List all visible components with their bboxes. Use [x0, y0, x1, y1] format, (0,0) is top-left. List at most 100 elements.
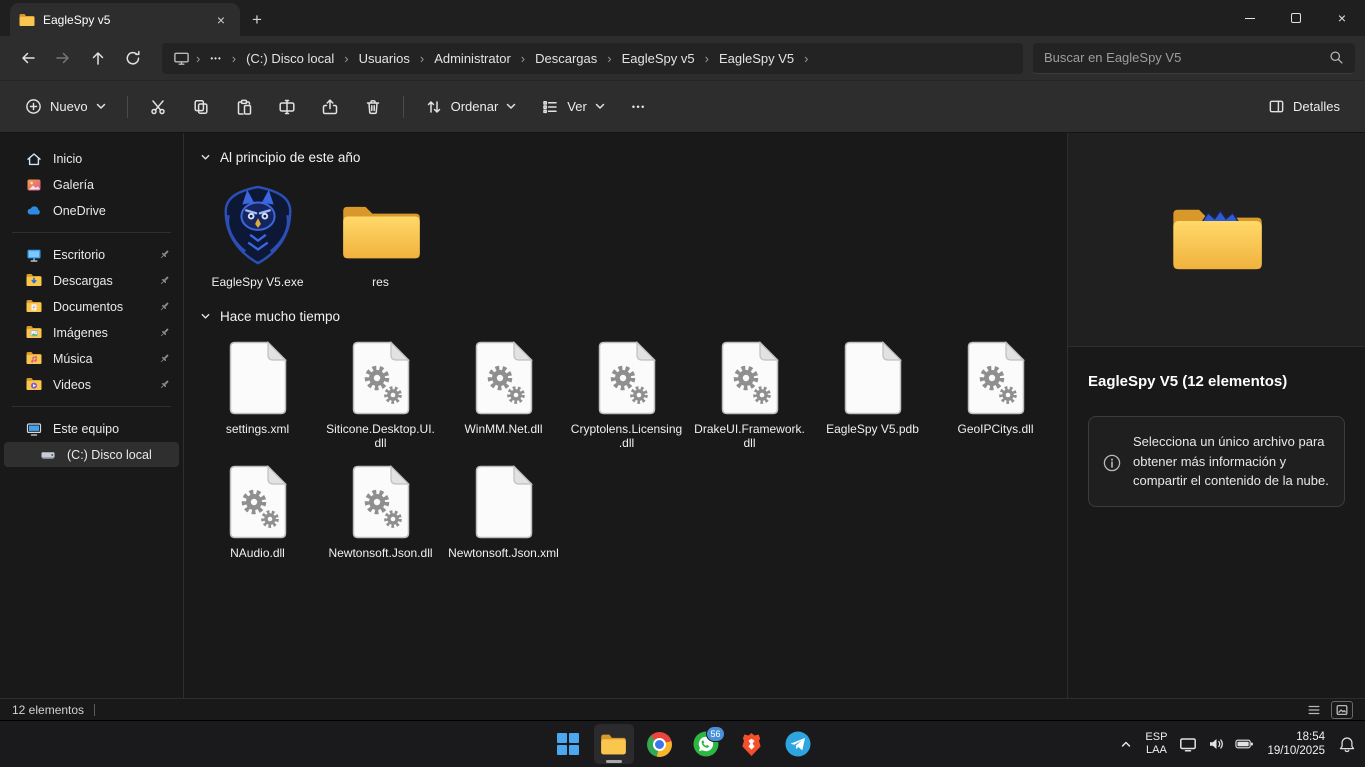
close-button[interactable]: × — [1319, 0, 1365, 36]
details-pane-button[interactable]: Detalles — [1257, 90, 1351, 124]
info-icon — [1103, 454, 1121, 472]
telegram-taskbar-button[interactable] — [778, 724, 818, 764]
sidebar: Inicio Galería OneDrive Escritorio — [0, 133, 184, 698]
search-input[interactable] — [1044, 50, 1321, 65]
volume-indicator[interactable] — [1202, 725, 1230, 763]
dll-file-icon — [598, 341, 656, 415]
group-header[interactable]: Hace mucho tiempo — [196, 305, 1067, 332]
sidebar-item-descargas[interactable]: Descargas — [4, 268, 179, 293]
large-icons-view-button[interactable] — [1331, 701, 1353, 719]
maximize-icon — [1291, 13, 1301, 23]
file-item[interactable]: Cryptolens.Licensing.dll — [565, 332, 688, 456]
file-item[interactable]: GeoIPCitys.dll — [934, 332, 1057, 456]
refresh-button[interactable] — [115, 43, 150, 74]
breadcrumb-ellipsis[interactable]: ••• — [201, 43, 230, 74]
file-item[interactable]: settings.xml — [196, 332, 319, 456]
file-name: settings.xml — [226, 422, 289, 437]
sort-button[interactable]: Ordenar — [414, 90, 528, 124]
forward-button[interactable] — [45, 43, 80, 74]
new-button[interactable]: Nuevo — [14, 90, 117, 124]
details-view-button[interactable] — [1303, 701, 1325, 719]
file-item[interactable]: EagleSpy V5.exe — [196, 173, 319, 295]
chrome-taskbar-button[interactable] — [640, 724, 680, 764]
breadcrumb-item[interactable]: EagleSpy v5 — [613, 43, 704, 74]
start-button[interactable] — [548, 724, 588, 764]
sidebar-item-onedrive[interactable]: OneDrive — [4, 198, 179, 223]
tray-expand-button[interactable] — [1114, 725, 1138, 763]
more-options-button[interactable]: ••• — [619, 90, 659, 124]
file-item[interactable]: WinMM.Net.dll — [442, 332, 565, 456]
sidebar-item-label: Videos — [53, 378, 91, 392]
sidebar-item-musica[interactable]: Música — [4, 346, 179, 371]
cut-button[interactable] — [138, 90, 178, 124]
breadcrumb-item[interactable]: Administrator — [425, 43, 520, 74]
paste-button[interactable] — [224, 90, 264, 124]
sidebar-item-disco-local[interactable]: (C:) Disco local — [4, 442, 179, 467]
search-box[interactable] — [1033, 43, 1355, 74]
group-header[interactable]: Al principio de este año — [196, 146, 1067, 173]
file-list-area: Al principio de este año — [184, 133, 1067, 698]
minimize-button[interactable] — [1227, 0, 1273, 36]
brave-taskbar-button[interactable] — [732, 724, 772, 764]
language-indicator[interactable]: ESP LAA — [1138, 731, 1174, 757]
search-icon[interactable] — [1329, 50, 1344, 65]
clock[interactable]: 18:54 19/10/2025 — [1259, 730, 1333, 759]
battery-indicator[interactable] — [1230, 725, 1259, 763]
sidebar-item-label: Este equipo — [53, 422, 119, 436]
cast-indicator[interactable] — [1174, 725, 1202, 763]
new-button-label: Nuevo — [50, 99, 88, 114]
file-name: DrakeUI.Framework.dll — [694, 422, 806, 451]
file-item[interactable]: res — [319, 173, 442, 295]
file-item[interactable]: Siticone.Desktop.UI.dll — [319, 332, 442, 456]
file-name: WinMM.Net.dll — [464, 422, 542, 437]
file-item[interactable]: Newtonsoft.Json.xml — [442, 456, 565, 566]
sidebar-item-inicio[interactable]: Inicio — [4, 146, 179, 171]
chevron-down-icon — [595, 103, 605, 110]
file-item[interactable]: EagleSpy V5.pdb — [811, 332, 934, 456]
breadcrumb-item[interactable]: (C:) Disco local — [237, 43, 343, 74]
file-item[interactable]: NAudio.dll — [196, 456, 319, 566]
file-name: GeoIPCitys.dll — [957, 422, 1033, 437]
up-button[interactable] — [80, 43, 115, 74]
sidebar-item-este-equipo[interactable]: Este equipo — [4, 416, 179, 441]
sidebar-item-imagenes[interactable]: Imágenes — [4, 320, 179, 345]
sidebar-item-videos[interactable]: Videos — [4, 372, 179, 397]
maximize-button[interactable] — [1273, 0, 1319, 36]
rename-icon — [278, 98, 296, 116]
rename-button[interactable] — [267, 90, 307, 124]
delete-button[interactable] — [353, 90, 393, 124]
breadcrumb-item[interactable]: Usuarios — [350, 43, 419, 74]
breadcrumb-item[interactable]: Descargas — [526, 43, 606, 74]
sidebar-item-galeria[interactable]: Galería — [4, 172, 179, 197]
file-name: EagleSpy V5.exe — [211, 275, 303, 290]
breadcrumb-item[interactable]: EagleSpy V5 — [710, 43, 803, 74]
address-bar[interactable]: › ••• › (C:) Disco local › Usuarios › Ad… — [162, 43, 1023, 74]
view-button[interactable]: Ver — [530, 90, 616, 124]
copy-button[interactable] — [181, 90, 221, 124]
explorer-tab[interactable]: EagleSpy v5 × — [10, 3, 240, 36]
this-pc-icon — [26, 421, 42, 437]
back-button[interactable] — [10, 43, 45, 74]
share-button[interactable] — [310, 90, 350, 124]
sidebar-item-label: Música — [53, 352, 93, 366]
sidebar-item-escritorio[interactable]: Escritorio — [4, 242, 179, 267]
dll-file-icon — [967, 341, 1025, 415]
file-item[interactable]: Newtonsoft.Json.dll — [319, 456, 442, 566]
file-item[interactable]: DrakeUI.Framework.dll — [688, 332, 811, 456]
tab-title: EagleSpy v5 — [43, 13, 203, 27]
group-title: Al principio de este año — [220, 150, 360, 165]
file-explorer-taskbar-button[interactable] — [594, 724, 634, 764]
notifications-button[interactable] — [1333, 725, 1361, 763]
file-explorer-window: EagleSpy v5 × + × — [0, 0, 1365, 720]
sidebar-item-documentos[interactable]: Documentos — [4, 294, 179, 319]
file-explorer-icon — [600, 733, 627, 756]
whatsapp-taskbar-button[interactable]: 56 — [686, 724, 726, 764]
file-name: Newtonsoft.Json.dll — [328, 546, 432, 561]
scissors-icon — [149, 98, 167, 116]
up-icon — [89, 49, 107, 67]
status-divider — [94, 704, 95, 716]
new-tab-button[interactable]: + — [240, 3, 274, 36]
windows-logo-icon — [557, 733, 579, 755]
dll-file-icon — [721, 341, 779, 415]
tab-close-icon[interactable]: × — [211, 10, 231, 30]
